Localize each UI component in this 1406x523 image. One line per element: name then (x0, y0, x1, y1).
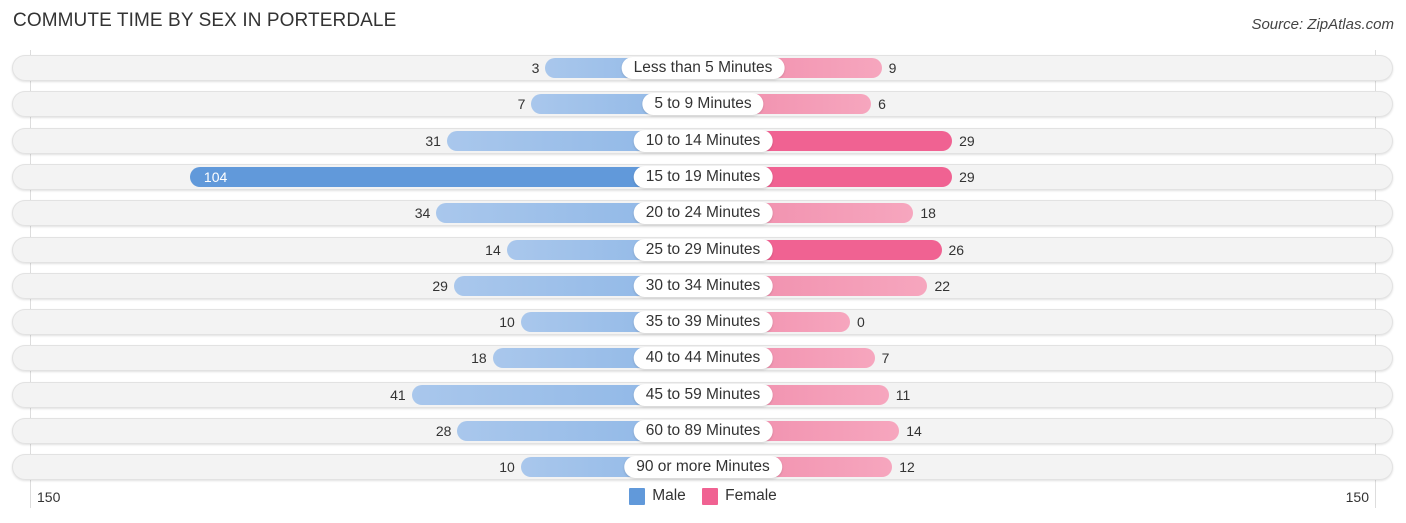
category-label: 45 to 59 Minutes (633, 383, 773, 406)
value-label-male: 28 (435, 423, 452, 439)
legend: Male Female (0, 487, 1406, 510)
value-label-female: 29 (959, 132, 975, 149)
value-label-male: 3 (531, 60, 540, 76)
chart-title: COMMUTE TIME BY SEX IN PORTERDALE (13, 10, 397, 31)
legend-label-male: Male (652, 487, 686, 504)
value-label-male: 10 (499, 459, 515, 476)
category-label: 5 to 9 Minutes (642, 93, 764, 116)
value-label-male: 14 (485, 241, 501, 258)
value-label-male: 34 (414, 205, 431, 222)
category-label: 10 to 14 Minutes (633, 129, 773, 152)
category-label: 90 or more Minutes (624, 456, 782, 479)
value-label-male: 104 (203, 168, 228, 185)
category-label: 40 to 44 Minutes (633, 347, 773, 370)
value-label-female: 29 (959, 168, 975, 185)
value-label-male: 31 (425, 132, 441, 149)
category-label: 15 to 19 Minutes (633, 165, 773, 188)
category-label: 25 to 29 Minutes (633, 238, 773, 261)
legend-label-female: Female (725, 487, 777, 504)
value-label-male: 18 (471, 350, 487, 367)
legend-swatch-female (702, 487, 719, 505)
value-label-female: 14 (906, 423, 922, 439)
value-label-male: 7 (517, 96, 526, 113)
value-label-female: 18 (920, 205, 936, 222)
value-label-male: 10 (499, 314, 515, 331)
value-label-female: 6 (878, 96, 886, 113)
value-label-female: 11 (895, 386, 911, 403)
value-label-female: 26 (948, 241, 965, 258)
value-label-female: 22 (934, 277, 951, 294)
bar-male[interactable] (189, 166, 703, 187)
legend-item-male[interactable]: Male (629, 487, 686, 505)
category-label: 20 to 24 Minutes (633, 202, 773, 225)
value-label-male: 41 (390, 386, 406, 403)
value-label-female: 9 (888, 60, 897, 76)
source-label: Source: ZipAtlas.com (1251, 16, 1394, 33)
value-label-female: 7 (881, 350, 890, 367)
legend-item-female[interactable]: Female (702, 487, 777, 505)
value-label-female: 12 (899, 459, 915, 476)
category-label: 35 to 39 Minutes (633, 311, 773, 334)
category-label: 60 to 89 Minutes (633, 420, 773, 442)
value-label-female: 0 (857, 314, 865, 331)
category-label: Less than 5 Minutes (621, 57, 785, 79)
category-label: 30 to 34 Minutes (633, 274, 773, 297)
legend-swatch-male (629, 487, 646, 505)
value-label-male: 29 (432, 277, 448, 294)
